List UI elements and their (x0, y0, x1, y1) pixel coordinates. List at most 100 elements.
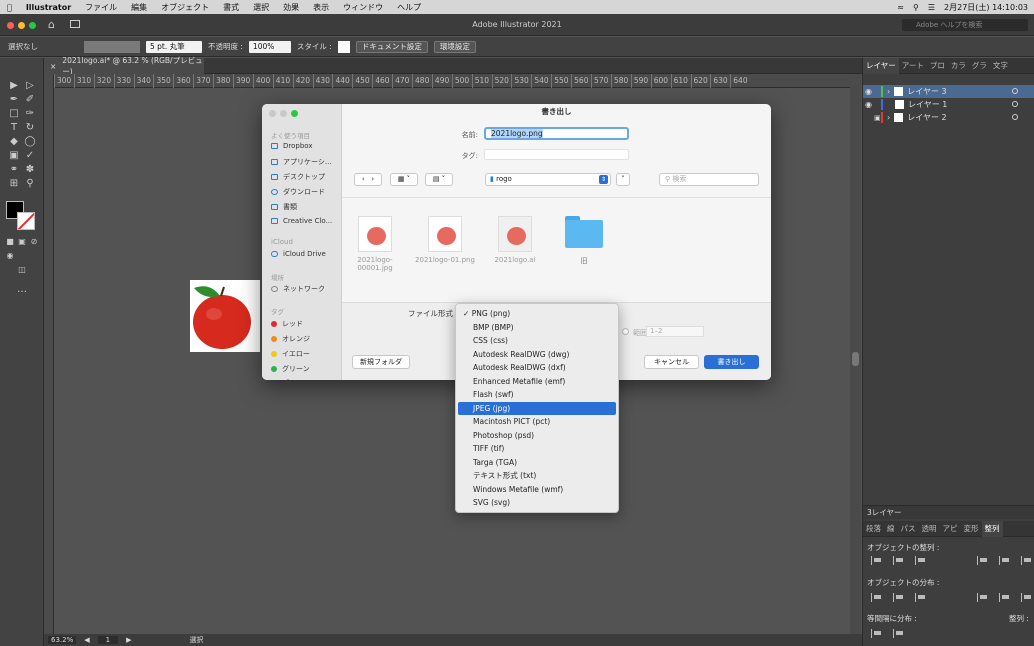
menu-type[interactable]: 書式 (216, 2, 246, 13)
color-mode-icon[interactable]: ■ (4, 236, 16, 248)
target-icon[interactable] (1012, 88, 1018, 94)
sidebar-item-dropbox[interactable]: Dropbox (271, 142, 313, 150)
document-tab[interactable]: × 2021logo.ai* @ 63.2 % (RGB/プレビュー) (44, 56, 204, 76)
back-forward-buttons[interactable]: ‹ › (354, 173, 382, 186)
screen-mode-icon[interactable]: ◫ (16, 264, 28, 276)
chevron-left-icon[interactable]: ‹ (362, 175, 365, 183)
stroke-color-icon[interactable] (17, 212, 35, 230)
artboard-tool-icon[interactable]: ⊞ (8, 178, 20, 190)
target-icon[interactable] (1012, 101, 1018, 107)
format-option[interactable]: ✓ PNG (png) (458, 307, 616, 321)
gradient-mode-icon[interactable]: ▣ (16, 236, 28, 248)
tab-pathfinder[interactable]: パス (898, 521, 919, 537)
format-option-highlighted[interactable]: JPEG (jpg) (458, 401, 616, 415)
dialog-minimize-button[interactable] (280, 110, 287, 117)
menu-object[interactable]: オブジェクト (154, 2, 216, 13)
shape-builder-tool-icon[interactable]: ◯ (24, 136, 36, 148)
distribute-left-icon[interactable] (977, 593, 988, 602)
distribute-bottom-icon[interactable] (915, 593, 926, 602)
vertical-scrollbar[interactable] (850, 74, 861, 634)
dialog-close-button[interactable] (269, 110, 276, 117)
menu-clock[interactable]: 2月27日(土) 14:10:03 (944, 2, 1028, 13)
menu-help[interactable]: ヘルプ (390, 2, 428, 13)
align-bottom-icon[interactable] (1021, 556, 1032, 565)
close-tab-icon[interactable]: × (50, 62, 56, 71)
gradient-tool-icon[interactable]: ▣ (8, 150, 20, 162)
layer-row[interactable]: ◉ › レイヤー 3 (863, 85, 1034, 98)
format-option[interactable]: Autodesk RealDWG (dxf) (458, 361, 616, 375)
spotlight-icon[interactable]: ⚲ (913, 3, 919, 12)
rotate-tool-icon[interactable]: ↻ (24, 122, 36, 134)
document-settings-button[interactable]: ドキュメント設定 (355, 40, 428, 53)
format-option[interactable]: Targa (TGA) (458, 456, 616, 470)
zoom-level[interactable]: 63.2% (48, 636, 77, 644)
selection-tool-icon[interactable]: ▶ (8, 80, 20, 92)
align-right-icon[interactable] (915, 556, 926, 565)
paintbrush-tool-icon[interactable]: ✑ (24, 108, 36, 120)
distribute-top-icon[interactable] (871, 593, 882, 602)
tab-transform[interactable]: 変形 (961, 521, 982, 537)
range-radio[interactable] (622, 328, 629, 335)
search-field[interactable]: ⚲ 検索 (659, 173, 759, 186)
distribute-hcenter-icon[interactable] (999, 593, 1010, 602)
sidebar-item-applications[interactable]: アプリケーシ... (271, 157, 332, 167)
align-hcenter-icon[interactable] (893, 556, 904, 565)
dialog-zoom-button[interactable] (291, 110, 298, 117)
tab-color[interactable]: カラ (948, 58, 969, 74)
sidebar-item-documents[interactable]: 書類 (271, 202, 297, 212)
sidebar-item-icloud-drive[interactable]: iCloud Drive (271, 250, 326, 258)
apple-icon[interactable]:  (0, 3, 19, 12)
control-center-icon[interactable]: ☰ (928, 3, 935, 12)
align-top-icon[interactable] (977, 556, 988, 565)
page-nav-next-icon[interactable]: ▶ (126, 636, 131, 644)
layer-name[interactable]: レイヤー 3 (907, 86, 946, 97)
format-option[interactable]: CSS (css) (458, 334, 616, 348)
expand-arrow-icon[interactable]: › (887, 87, 890, 96)
cancel-button[interactable]: キャンセル (644, 355, 699, 369)
menu-select[interactable]: 選択 (246, 2, 276, 13)
format-option[interactable]: Autodesk RealDWG (dwg) (458, 348, 616, 362)
tab-transparency[interactable]: 透明 (919, 521, 940, 537)
scroll-thumb[interactable] (852, 352, 859, 366)
align-vcenter-icon[interactable] (999, 556, 1010, 565)
export-button[interactable]: 書き出し (704, 355, 759, 369)
status-mode[interactable]: 選択 (190, 635, 204, 645)
blend-tool-icon[interactable]: ⚭ (8, 164, 20, 176)
target-icon[interactable] (1012, 114, 1018, 120)
distribute-vcenter-icon[interactable] (893, 593, 904, 602)
layer-row[interactable]: ▣ › レイヤー 2 (863, 111, 1034, 124)
eye-icon[interactable]: ◉ (863, 100, 874, 109)
tab-layers[interactable]: レイヤー (863, 58, 899, 74)
lock-icon[interactable]: ▣ (874, 114, 881, 122)
sidebar-tag-red[interactable]: レッド (271, 319, 303, 329)
chevron-updown-icon[interactable]: ⇕ (599, 175, 608, 184)
tab-artboards[interactable]: アート (899, 58, 927, 74)
artboard-number[interactable]: 1 (97, 636, 119, 644)
sidebar-item-network[interactable]: ネットワーク (271, 284, 325, 294)
fill-swatch[interactable] (84, 40, 140, 53)
format-option[interactable]: テキスト形式 (txt) (458, 469, 616, 483)
artboard[interactable] (190, 280, 260, 352)
format-option[interactable]: TIFF (tif) (458, 442, 616, 456)
preferences-button[interactable]: 環境設定 (433, 40, 476, 53)
eraser-tool-icon[interactable]: ◆ (8, 136, 20, 148)
align-left-icon[interactable] (871, 556, 882, 565)
group-view-button[interactable]: ▤ ˅ (425, 173, 453, 186)
brush-select[interactable]: 5 pt. 丸筆 (146, 40, 202, 53)
new-folder-button[interactable]: 新規フォルダ (352, 355, 410, 369)
range-input[interactable]: 1–2 (646, 326, 704, 337)
format-option[interactable]: Macintosh PICT (pct) (458, 415, 616, 429)
chevron-right-icon[interactable]: › (371, 175, 374, 183)
eyedropper-tool-icon[interactable]: ✓ (24, 150, 36, 162)
filename-input[interactable]: 2021logo.png (484, 127, 629, 140)
file-item[interactable]: 2021logo-00001.jpg (345, 216, 405, 272)
help-search-input[interactable]: Adobe ヘルプを検索 (902, 19, 1028, 31)
tab-paragraph[interactable]: 段落 (863, 521, 884, 537)
menu-file[interactable]: ファイル (78, 2, 124, 13)
tab-stroke[interactable]: 線 (884, 521, 898, 537)
format-option[interactable]: Enhanced Metafile (emf) (458, 375, 616, 389)
menu-effect[interactable]: 効果 (276, 2, 306, 13)
page-nav-prev-icon[interactable]: ◀ (84, 636, 89, 644)
direct-selection-tool-icon[interactable]: ▷ (24, 80, 36, 92)
menu-app[interactable]: Illustrator (19, 3, 78, 12)
